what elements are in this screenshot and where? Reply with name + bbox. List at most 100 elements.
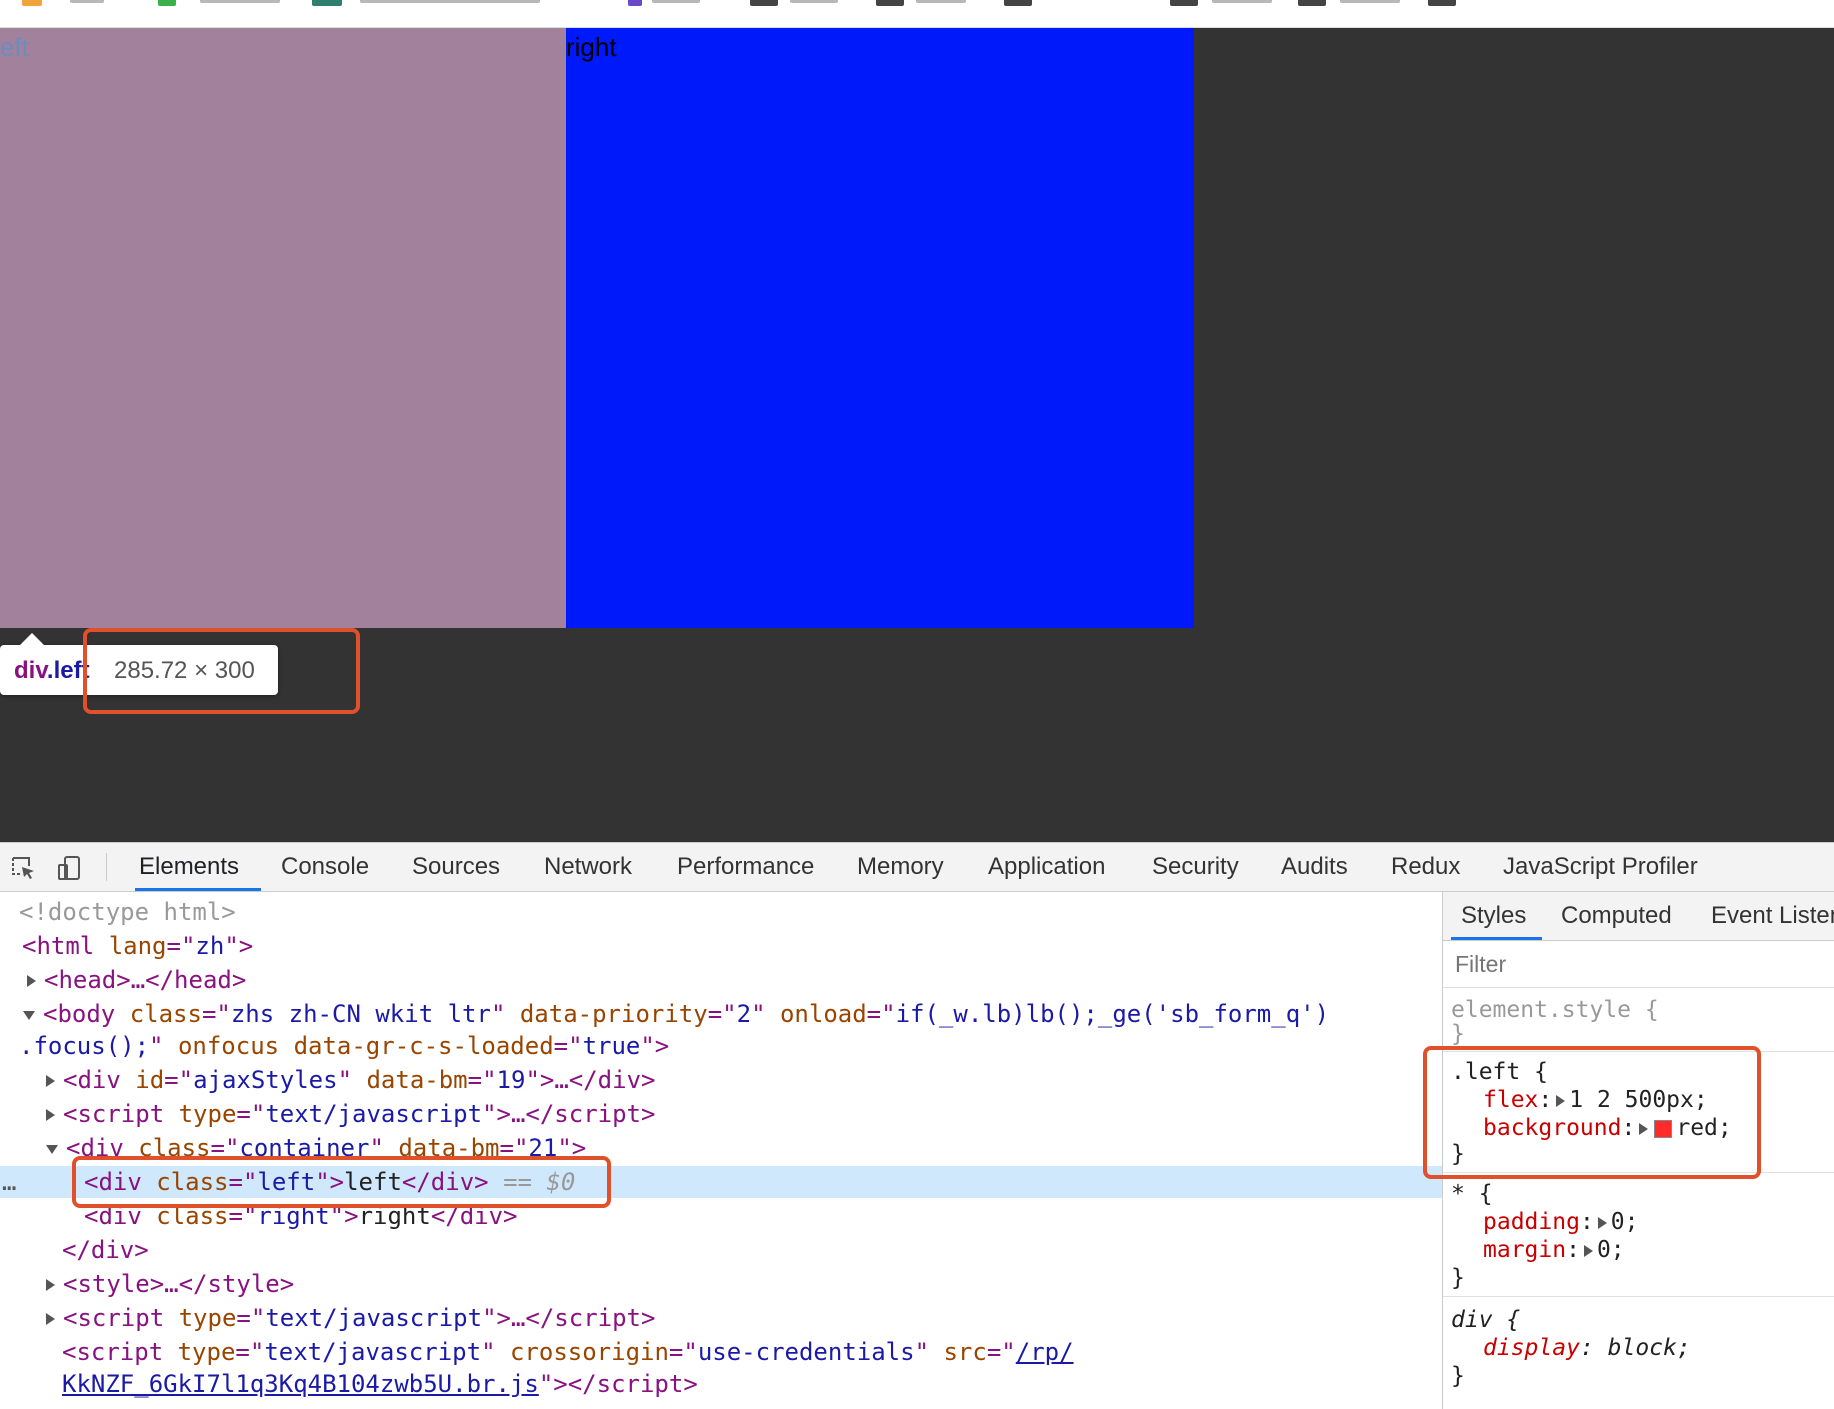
expand-arrow-icon[interactable] <box>1583 1244 1593 1257</box>
tab-network[interactable]: Network <box>544 843 632 891</box>
dom-line-script1[interactable]: <script type="text/javascript">…</script… <box>0 1098 1442 1130</box>
bookmark-label[interactable] <box>1340 0 1400 3</box>
html-tag: html <box>36 932 95 960</box>
collapse-arrow-icon[interactable] <box>23 1010 35 1020</box>
tab-separator <box>106 853 107 881</box>
dom-line-head[interactable]: <head>…</head> <box>0 964 1442 996</box>
script3-crossorigin-value: use-credentials <box>697 1338 915 1366</box>
bookmark-label[interactable] <box>916 0 966 3</box>
expand-arrow-icon[interactable] <box>46 1313 55 1325</box>
bookmark-label[interactable] <box>790 0 838 3</box>
close-div-tag: </div> <box>62 1236 149 1264</box>
dom-line-script3[interactable]: <script type="text/javascript" crossorig… <box>0 1336 1442 1368</box>
doctype-text: <!doctype html> <box>19 898 236 926</box>
bookmark-favicon[interactable] <box>1298 0 1326 6</box>
dom-line-script2[interactable]: <script type="text/javascript">…</script… <box>0 1302 1442 1334</box>
rule-star-selector[interactable]: * { <box>1443 1180 1834 1208</box>
expand-arrow-icon[interactable] <box>46 1109 55 1121</box>
bookmark-favicon[interactable] <box>158 0 176 6</box>
head-node: <head>…</head> <box>44 966 247 994</box>
more-options-icon[interactable]: … <box>2 1166 16 1198</box>
tab-memory[interactable]: Memory <box>857 843 944 891</box>
styles-filter-input[interactable]: Filter <box>1443 941 1834 988</box>
bookmarks-bar <box>0 0 1834 28</box>
annotation-highlight-left-rule <box>1423 1046 1761 1179</box>
expand-arrow-icon[interactable] <box>46 1075 55 1087</box>
expand-arrow-icon[interactable] <box>1597 1216 1607 1229</box>
html-attr-name: lang <box>108 932 167 960</box>
right-box-text: right <box>566 32 617 62</box>
expand-arrow-icon[interactable] <box>27 975 36 987</box>
rule-div-display[interactable]: display: block; <box>1443 1334 1834 1362</box>
bookmark-label[interactable] <box>70 0 104 3</box>
devtools-tabbar: Elements Console Sources Network Perform… <box>0 843 1834 892</box>
body-loaded-value: true <box>582 1032 641 1060</box>
dom-tree[interactable]: <!doctype html> <html lang="zh"> <head>…… <box>0 892 1442 1409</box>
tab-console[interactable]: Console <box>281 843 369 891</box>
dom-line-style[interactable]: <style>…</style> <box>0 1268 1442 1300</box>
dom-line-close-div[interactable]: </div> <box>0 1234 1442 1266</box>
expand-arrow-icon[interactable] <box>46 1279 55 1291</box>
tab-elements[interactable]: Elements <box>134 843 262 891</box>
devtools-panel: Elements Console Sources Network Perform… <box>0 842 1834 1409</box>
bookmark-favicon[interactable] <box>1170 0 1198 6</box>
bookmark-label[interactable] <box>1212 0 1272 3</box>
rule-star-margin[interactable]: margin: 0; <box>1443 1236 1834 1264</box>
bookmark-favicon[interactable] <box>312 0 342 6</box>
ajax-id-value: ajaxStyles <box>193 1066 338 1094</box>
tab-audits[interactable]: Audits <box>1281 843 1348 891</box>
device-toolbar-icon[interactable] <box>56 855 82 881</box>
tooltip-arrow <box>20 633 44 645</box>
collapse-arrow-icon[interactable] <box>46 1144 58 1154</box>
page-viewport: eft right div.left 285.72 × 300 <box>0 28 1834 842</box>
left-box[interactable]: eft <box>0 28 566 628</box>
bookmark-label[interactable] <box>200 0 280 3</box>
script1-type-value: text/javascript <box>265 1100 483 1128</box>
tab-computed[interactable]: Computed <box>1561 892 1672 940</box>
star-rule-selector: * { <box>1451 1181 1493 1207</box>
inspect-element-icon[interactable] <box>10 855 36 881</box>
tab-sources[interactable]: Sources <box>412 843 500 891</box>
body-onload-value: if(_w.lb)lb();_ge('sb_form_q') <box>895 1000 1330 1028</box>
bookmark-favicon[interactable] <box>750 0 778 6</box>
tooltip-tag-name: div <box>14 657 47 684</box>
style-node: <style>…</style> <box>63 1270 295 1298</box>
rule-star-padding[interactable]: padding: 0; <box>1443 1208 1834 1236</box>
tab-javascript-profiler[interactable]: JavaScript Profiler <box>1503 843 1698 891</box>
body-priority-value: 2 <box>736 1000 752 1028</box>
dom-line-html[interactable]: <html lang="zh"> <box>0 930 1442 962</box>
bookmark-favicon[interactable] <box>22 0 42 6</box>
bookmark-label[interactable] <box>360 0 540 3</box>
annotation-highlight-tooltip <box>83 628 360 714</box>
tab-redux[interactable]: Redux <box>1391 843 1460 891</box>
div-rule-selector: div { <box>1451 1307 1521 1333</box>
bookmark-label[interactable] <box>652 0 700 3</box>
rule-div-selector[interactable]: div { <box>1443 1306 1834 1334</box>
script2-type-value: text/javascript <box>265 1304 483 1332</box>
right-box[interactable]: right <box>566 28 1194 628</box>
rule-separator <box>1443 1296 1834 1297</box>
tab-event-listeners[interactable]: Event Listeners <box>1711 892 1834 940</box>
styles-tabbar: Styles Computed Event Listeners <box>1443 892 1834 941</box>
dom-line-ajax-styles[interactable]: <div id="ajaxStyles" data-bm="19">…</div… <box>0 1064 1442 1096</box>
dom-line-doctype[interactable]: <!doctype html> <box>0 896 1442 928</box>
filter-placeholder: Filter <box>1455 951 1507 977</box>
tab-application[interactable]: Application <box>988 843 1105 891</box>
body-tag: body <box>57 1000 116 1028</box>
body-class-value: zhs zh-CN wkit ltr <box>230 1000 491 1028</box>
dom-line-script3-cont[interactable]: KkNZF_6GkI7l1q3Kq4B104zwb5U.br.js"></scr… <box>0 1368 1442 1400</box>
bookmark-favicon[interactable] <box>1428 0 1456 6</box>
dom-line-body-cont[interactable]: .focus();" onfocus data-gr-c-s-loaded="t… <box>0 1030 1442 1062</box>
body-onload-cont: .focus(); <box>19 1032 150 1060</box>
html-attr-value: zh <box>195 932 225 960</box>
tab-styles[interactable]: Styles <box>1450 892 1543 940</box>
dom-line-body[interactable]: <body class="zhs zh-CN wkit ltr" data-pr… <box>0 998 1442 1030</box>
bookmark-favicon[interactable] <box>1004 0 1032 6</box>
div-display-value: block; <box>1607 1335 1691 1361</box>
script3-src-link[interactable]: /rp/ <box>1016 1338 1074 1366</box>
bookmark-favicon[interactable] <box>628 0 642 6</box>
tab-security[interactable]: Security <box>1152 843 1239 891</box>
bookmark-favicon[interactable] <box>876 0 904 6</box>
script3-src-link-cont[interactable]: KkNZF_6GkI7l1q3Kq4B104zwb5U.br.js <box>62 1370 539 1398</box>
tab-performance[interactable]: Performance <box>677 843 814 891</box>
